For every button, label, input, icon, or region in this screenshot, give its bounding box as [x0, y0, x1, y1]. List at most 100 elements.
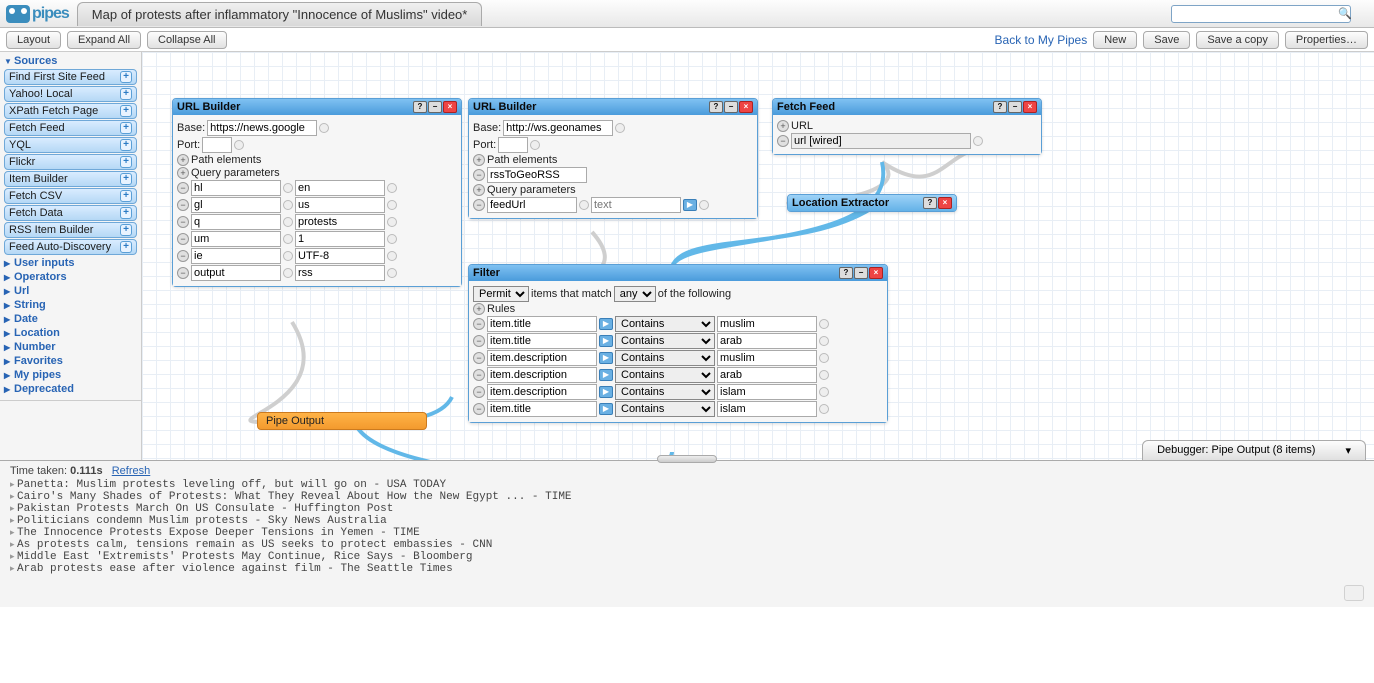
- arrow-icon[interactable]: ▶: [599, 369, 613, 381]
- sidebar-source-item[interactable]: Item Builder+: [4, 171, 137, 187]
- close-icon[interactable]: ×: [739, 101, 753, 113]
- rule-op-select[interactable]: Contains: [615, 333, 715, 349]
- minimize-icon[interactable]: −: [1008, 101, 1022, 113]
- minus-icon[interactable]: −: [177, 182, 189, 194]
- close-icon[interactable]: ×: [938, 197, 952, 209]
- module-url-builder-1[interactable]: URL Builder ? − × Base: Port:: [172, 98, 462, 287]
- help-icon[interactable]: ?: [839, 267, 853, 279]
- rule-field-input[interactable]: [487, 401, 597, 417]
- arrow-icon[interactable]: ▶: [599, 386, 613, 398]
- connector-icon[interactable]: [699, 200, 709, 210]
- param-key-input[interactable]: [191, 180, 281, 196]
- module-location-extractor[interactable]: Location Extractor ?×: [787, 194, 957, 212]
- connector-icon[interactable]: [283, 268, 293, 278]
- add-icon[interactable]: +: [120, 139, 132, 151]
- sidebar-category[interactable]: ▶Url: [0, 284, 141, 298]
- sidebar-category[interactable]: ▶Number: [0, 340, 141, 354]
- sidebar-category[interactable]: ▶My pipes: [0, 368, 141, 382]
- plus-icon[interactable]: +: [177, 167, 189, 179]
- sidebar-category[interactable]: ▶User inputs: [0, 256, 141, 270]
- rule-field-input[interactable]: [487, 367, 597, 383]
- minus-icon[interactable]: −: [473, 403, 485, 415]
- add-icon[interactable]: +: [120, 122, 132, 134]
- sidebar-category[interactable]: ▶Favorites: [0, 354, 141, 368]
- rule-op-select[interactable]: Contains: [615, 367, 715, 383]
- permit-select[interactable]: Permit: [473, 286, 529, 302]
- debug-item[interactable]: Politicians condemn Muslim protests - Sk…: [10, 515, 1364, 527]
- minus-icon[interactable]: −: [473, 199, 485, 211]
- collapse-all-button[interactable]: Collapse All: [147, 31, 226, 49]
- search-input[interactable]: [1171, 5, 1351, 23]
- sidebar-category[interactable]: ▶Operators: [0, 270, 141, 284]
- rule-field-input[interactable]: [487, 384, 597, 400]
- connector-icon[interactable]: [387, 251, 397, 261]
- minus-icon[interactable]: −: [473, 369, 485, 381]
- param-key-input[interactable]: [191, 231, 281, 247]
- module-url-builder-2[interactable]: URL Builder ?−× Base: Port: +Path elemen…: [468, 98, 758, 219]
- debugger-tab[interactable]: Debugger: Pipe Output (8 items) ▾: [1142, 440, 1366, 460]
- base-input[interactable]: [207, 120, 317, 136]
- connector-icon[interactable]: [530, 140, 540, 150]
- debug-item[interactable]: Panetta: Muslim protests leveling off, b…: [10, 479, 1364, 491]
- rule-value-input[interactable]: [717, 316, 817, 332]
- sidebar-category[interactable]: ▶Deprecated: [0, 382, 141, 396]
- param-value-input[interactable]: [295, 197, 385, 213]
- connector-icon[interactable]: [387, 268, 397, 278]
- minus-icon[interactable]: −: [473, 169, 485, 181]
- back-to-pipes-link[interactable]: Back to My Pipes: [995, 33, 1088, 47]
- rule-op-select[interactable]: Contains: [615, 384, 715, 400]
- sidebar-source-item[interactable]: Yahoo! Local+: [4, 86, 137, 102]
- connector-icon[interactable]: [819, 404, 829, 414]
- sidebar-source-item[interactable]: YQL+: [4, 137, 137, 153]
- rule-value-input[interactable]: [717, 350, 817, 366]
- add-icon[interactable]: +: [120, 88, 132, 100]
- sidebar-category[interactable]: ▶Date: [0, 312, 141, 326]
- new-button[interactable]: New: [1093, 31, 1137, 49]
- param-value-input[interactable]: [295, 214, 385, 230]
- search-icon[interactable]: 🔍: [1338, 8, 1352, 20]
- rule-field-input[interactable]: [487, 316, 597, 332]
- param-value-input[interactable]: [295, 265, 385, 281]
- minimize-icon[interactable]: −: [428, 101, 442, 113]
- layout-button[interactable]: Layout: [6, 31, 61, 49]
- plus-icon[interactable]: +: [777, 120, 789, 132]
- module-titlebar[interactable]: URL Builder ?−×: [469, 99, 757, 115]
- minimize-icon[interactable]: −: [854, 267, 868, 279]
- plus-icon[interactable]: +: [473, 154, 485, 166]
- debug-item[interactable]: Middle East 'Extremists' Protests May Co…: [10, 551, 1364, 563]
- expand-all-button[interactable]: Expand All: [67, 31, 141, 49]
- help-icon[interactable]: ?: [709, 101, 723, 113]
- sidebar-category[interactable]: ▶Location: [0, 326, 141, 340]
- add-icon[interactable]: +: [120, 156, 132, 168]
- rule-op-select[interactable]: Contains: [615, 316, 715, 332]
- base-input[interactable]: [503, 120, 613, 136]
- param-value-input[interactable]: [295, 180, 385, 196]
- sidebar-source-item[interactable]: Feed Auto-Discovery+: [4, 239, 137, 255]
- arrow-icon[interactable]: ▶: [599, 403, 613, 415]
- sidebar-source-item[interactable]: Fetch CSV+: [4, 188, 137, 204]
- sidebar-source-item[interactable]: RSS Item Builder+: [4, 222, 137, 238]
- connector-icon[interactable]: [283, 234, 293, 244]
- connector-icon[interactable]: [819, 319, 829, 329]
- rule-value-input[interactable]: [717, 401, 817, 417]
- sidebar-category[interactable]: ▶String: [0, 298, 141, 312]
- param-key-input[interactable]: [487, 197, 577, 213]
- add-icon[interactable]: +: [120, 173, 132, 185]
- close-icon[interactable]: ×: [443, 101, 457, 113]
- connector-icon[interactable]: [579, 200, 589, 210]
- share-icon[interactable]: [1344, 585, 1364, 601]
- plus-icon[interactable]: +: [473, 184, 485, 196]
- plus-icon[interactable]: +: [473, 303, 485, 315]
- sidebar-source-item[interactable]: XPath Fetch Page+: [4, 103, 137, 119]
- connector-icon[interactable]: [819, 336, 829, 346]
- add-icon[interactable]: +: [120, 224, 132, 236]
- minus-icon[interactable]: −: [177, 267, 189, 279]
- module-titlebar[interactable]: Filter ?−×: [469, 265, 887, 281]
- save-copy-button[interactable]: Save a copy: [1196, 31, 1279, 49]
- arrow-icon[interactable]: ▶: [599, 352, 613, 364]
- debug-item[interactable]: As protests calm, tensions remain as US …: [10, 539, 1364, 551]
- rule-field-input[interactable]: [487, 333, 597, 349]
- rule-op-select[interactable]: Contains: [615, 350, 715, 366]
- sidebar-source-item[interactable]: Fetch Data+: [4, 205, 137, 221]
- connector-icon[interactable]: [387, 234, 397, 244]
